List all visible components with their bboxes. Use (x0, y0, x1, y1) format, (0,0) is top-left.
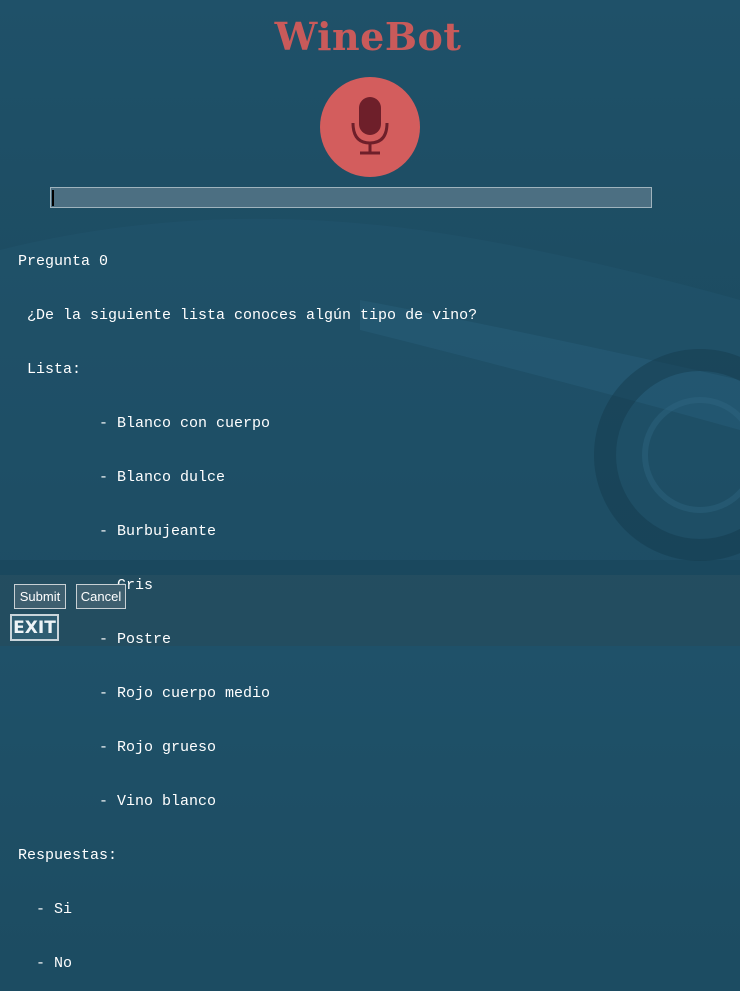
list-item: - Blanco dulce (18, 469, 226, 486)
list-item: - Rojo cuerpo medio (18, 685, 271, 702)
list-header: Lista: (18, 361, 82, 378)
list-item: - Burbujeante (18, 523, 217, 540)
message-input[interactable] (50, 187, 652, 208)
answer-option: - Si (18, 901, 73, 918)
answer-option: - No (18, 955, 73, 972)
submit-button[interactable]: Submit (14, 584, 66, 609)
list-item: - Postre (18, 631, 172, 648)
list-item: - Rojo grueso (18, 739, 217, 756)
answers-header: Respuestas: (18, 847, 118, 864)
cancel-button[interactable]: Cancel (76, 584, 126, 609)
microphone-icon (351, 97, 389, 155)
app-title: WineBot (274, 14, 462, 59)
text-caret (52, 190, 54, 206)
question-header: Pregunta 0 (18, 253, 109, 270)
list-item: - Vino blanco (18, 793, 217, 810)
exit-button[interactable]: EXIT (10, 614, 59, 641)
list-item: - Blanco con cuerpo (18, 415, 271, 432)
microphone-button[interactable] (320, 77, 420, 177)
question-text: ¿De la siguiente lista conoces algún tip… (18, 307, 478, 324)
